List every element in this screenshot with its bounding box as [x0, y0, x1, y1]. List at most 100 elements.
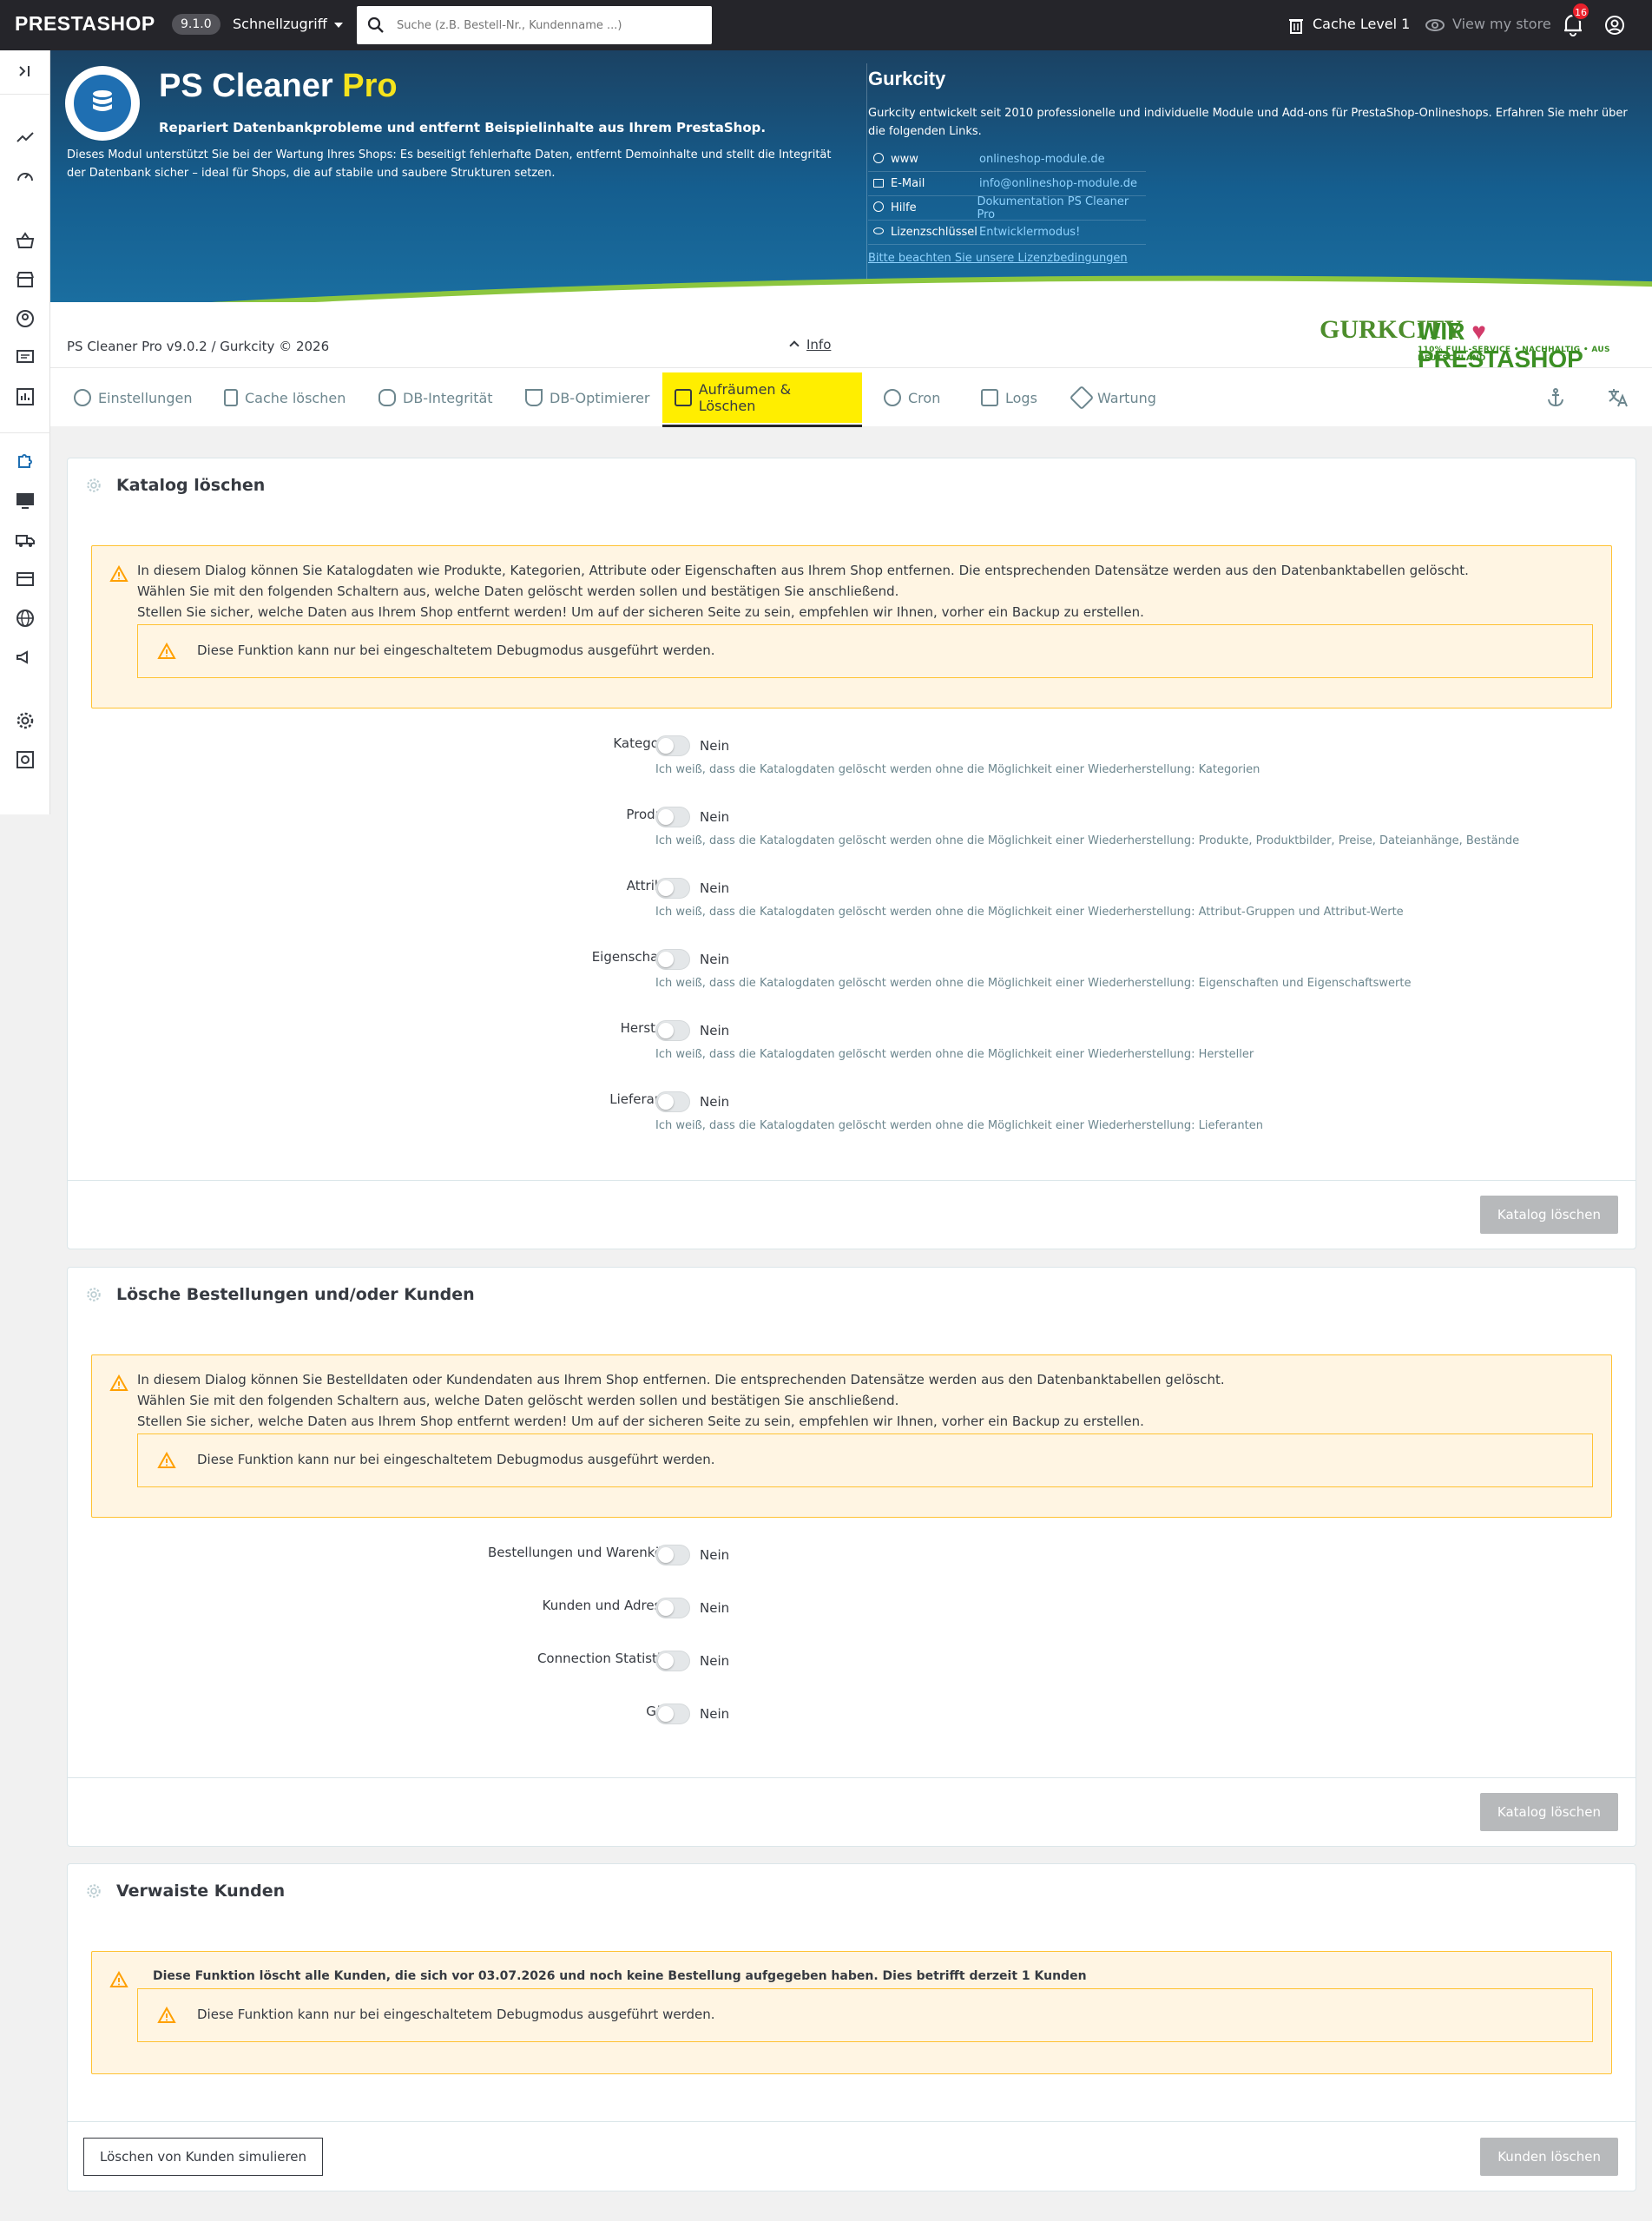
- kategorien-toggle[interactable]: [655, 735, 690, 756]
- tab-label: Logs: [1005, 389, 1037, 406]
- user-account-icon[interactable]: [1604, 15, 1625, 36]
- field-label: Bestellungen und Warenkörbe: [487, 1545, 684, 1560]
- anchor-icon[interactable]: [1545, 387, 1566, 408]
- globe-icon: [873, 153, 884, 163]
- card-footer: Katalog löschen: [68, 1777, 1636, 1847]
- toggle-value: Nein: [700, 1023, 730, 1038]
- attribute-toggle[interactable]: [655, 878, 690, 899]
- tab-label: Wartung: [1097, 389, 1156, 406]
- connection-statistiken-toggle[interactable]: [655, 1651, 690, 1671]
- bestellungen-toggle[interactable]: [655, 1545, 690, 1565]
- link-label: Lizenzschlüssel: [891, 226, 977, 239]
- info-toggle[interactable]: Info: [789, 337, 831, 353]
- cache-level-button[interactable]: Cache Level 1: [1288, 16, 1410, 34]
- module-title-pro: Pro: [342, 68, 398, 104]
- company-description: Gurkcity entwickelt seit 2010 profession…: [868, 107, 1628, 138]
- header-divider: [866, 63, 867, 280]
- payment-card-icon[interactable]: [15, 569, 36, 590]
- alert-text: In diesem Dialog können Sie Bestelldaten…: [137, 1369, 1225, 1432]
- module-header: PS Cleaner Pro Repariert Datenbankproble…: [50, 50, 1652, 302]
- kunden-toggle[interactable]: [655, 1598, 690, 1618]
- card-footer: Löschen von Kunden simulieren Kunden lös…: [68, 2121, 1636, 2191]
- quick-access-dropdown[interactable]: Schnellzugriff: [233, 16, 343, 32]
- gear-icon: [87, 1884, 101, 1898]
- stats-icon[interactable]: [15, 386, 36, 407]
- customer-icon[interactable]: [15, 308, 36, 329]
- view-store-link[interactable]: View my store: [1425, 16, 1551, 32]
- orders-delete-button[interactable]: Katalog löschen: [1479, 1793, 1618, 1831]
- help-text: Ich weiß, dass die Katalogdaten gelöscht…: [655, 1048, 1254, 1061]
- delete-customers-button[interactable]: Kunden löschen: [1480, 2138, 1618, 2176]
- license-terms-link[interactable]: Bitte beachten Sie unsere Lizenzbedingun…: [868, 252, 1128, 265]
- tab-cron[interactable]: Cron: [884, 368, 940, 427]
- warning-icon: [157, 643, 176, 659]
- tab-logs[interactable]: Logs: [981, 368, 1037, 427]
- gear-icon: [87, 1288, 101, 1302]
- tab-aufraeumen-loeschen[interactable]: Aufräumen & Löschen: [662, 368, 862, 427]
- card-title: Katalog löschen: [116, 476, 266, 495]
- design-monitor-icon[interactable]: [15, 491, 36, 511]
- warning-alert: In diesem Dialog können Sie Katalogdaten…: [91, 545, 1612, 708]
- trend-icon[interactable]: [15, 127, 36, 148]
- broom-icon: [675, 389, 692, 406]
- prestashop-logo[interactable]: PRESTASHOP: [15, 12, 155, 36]
- link-row-email: E-Mail info@onlineshop-module.de: [868, 172, 1146, 196]
- toggle-value: Nein: [700, 1547, 730, 1563]
- marketing-megaphone-icon[interactable]: [15, 647, 36, 668]
- debug-notice: Diese Funktion kann nur bei eingeschalte…: [137, 1988, 1593, 2042]
- search-input[interactable]: [397, 15, 701, 36]
- tab-wartung[interactable]: Wartung: [1069, 368, 1156, 427]
- card-header: Verwaiste Kunden: [85, 1882, 285, 1901]
- tab-cache-loeschen[interactable]: Cache löschen: [224, 368, 346, 427]
- simulate-delete-customers-button[interactable]: Löschen von Kunden simulieren: [83, 2138, 324, 2176]
- speedometer-icon[interactable]: [15, 166, 36, 187]
- version-badge: 9.1.0: [172, 14, 220, 35]
- message-icon[interactable]: [15, 347, 36, 368]
- trash-icon: [224, 389, 238, 406]
- lieferanten-toggle[interactable]: [655, 1091, 690, 1112]
- debug-notice: Diese Funktion kann nur bei eingeschalte…: [137, 1433, 1593, 1487]
- advanced-parameters-icon[interactable]: [15, 749, 36, 770]
- tab-label: DB-Optimierer: [550, 389, 650, 406]
- www-link[interactable]: onlineshop-module.de: [979, 153, 1105, 166]
- toggle-value: Nein: [700, 1094, 730, 1110]
- warning-alert: Diese Funktion löscht alle Kunden, die s…: [91, 1951, 1612, 2074]
- warning-icon: [109, 1971, 128, 1987]
- modules-puzzle-icon[interactable]: [15, 450, 36, 471]
- tab-db-integritaet[interactable]: DB-Integrität: [378, 368, 493, 427]
- link-row-www: www onlineshop-module.de: [868, 148, 1146, 172]
- gear-icon: [87, 478, 101, 492]
- shipping-truck-icon[interactable]: [15, 530, 36, 550]
- module-logo: [65, 66, 140, 141]
- collapse-sidebar-icon[interactable]: [15, 61, 36, 82]
- settings-gear-icon[interactable]: [15, 710, 36, 731]
- basket-icon[interactable]: [15, 230, 36, 251]
- eigenschaften-toggle[interactable]: [655, 949, 690, 970]
- catalog-delete-button[interactable]: Katalog löschen: [1479, 1196, 1618, 1234]
- license-key-value[interactable]: Entwicklermodus!: [979, 226, 1080, 239]
- produkte-toggle[interactable]: [655, 807, 690, 827]
- documentation-link[interactable]: Dokumentation PS Cleaner Pro: [977, 195, 1146, 221]
- key-icon: [873, 227, 884, 234]
- search-icon: [367, 16, 384, 33]
- company-title: Gurkcity: [868, 68, 946, 89]
- globe-icon[interactable]: [15, 608, 36, 629]
- tab-db-optimierer[interactable]: DB-Optimierer: [525, 368, 650, 427]
- hersteller-toggle[interactable]: [655, 1020, 690, 1041]
- email-link[interactable]: info@onlineshop-module.de: [979, 177, 1137, 190]
- database-icon: [378, 389, 396, 406]
- tab-einstellungen[interactable]: Einstellungen: [74, 368, 192, 427]
- eye-icon: [1425, 18, 1445, 31]
- help-text: Ich weiß, dass die Katalogdaten gelöscht…: [655, 763, 1260, 776]
- view-store-label: View my store: [1452, 16, 1551, 32]
- store-icon[interactable]: [15, 269, 36, 290]
- translate-icon[interactable]: [1607, 387, 1629, 408]
- search-box[interactable]: [357, 6, 712, 44]
- gaeste-toggle[interactable]: [655, 1704, 690, 1724]
- company-links: www onlineshop-module.de E-Mail info@onlin…: [868, 148, 1146, 245]
- tab-label: Einstellungen: [98, 389, 193, 406]
- tab-label: Cron: [908, 389, 941, 406]
- warning-icon: [109, 565, 128, 582]
- help-text: Ich weiß, dass die Katalogdaten gelöscht…: [655, 1119, 1263, 1132]
- quick-access-label: Schnellzugriff: [233, 16, 327, 32]
